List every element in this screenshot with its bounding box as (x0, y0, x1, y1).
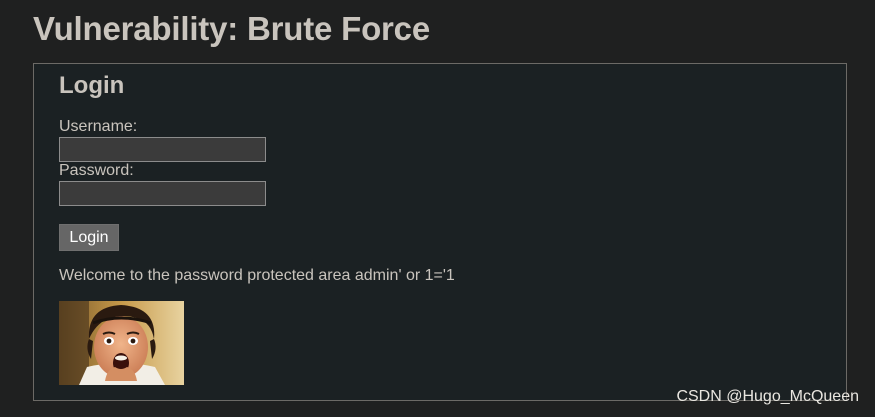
welcome-message: Welcome to the password protected area a… (59, 267, 455, 284)
user-avatar-photo (59, 301, 184, 385)
username-label: Username: (59, 118, 138, 135)
password-input[interactable] (59, 181, 266, 206)
username-input[interactable] (59, 137, 266, 162)
login-panel: Login Username: Password: Login Welcome … (33, 63, 847, 401)
login-button[interactable]: Login (59, 224, 119, 251)
watermark-text: CSDN @Hugo_McQueen (676, 388, 859, 405)
page-title: Vulnerability: Brute Force (33, 10, 430, 47)
password-label: Password: (59, 162, 134, 179)
login-panel-title: Login (59, 72, 125, 99)
